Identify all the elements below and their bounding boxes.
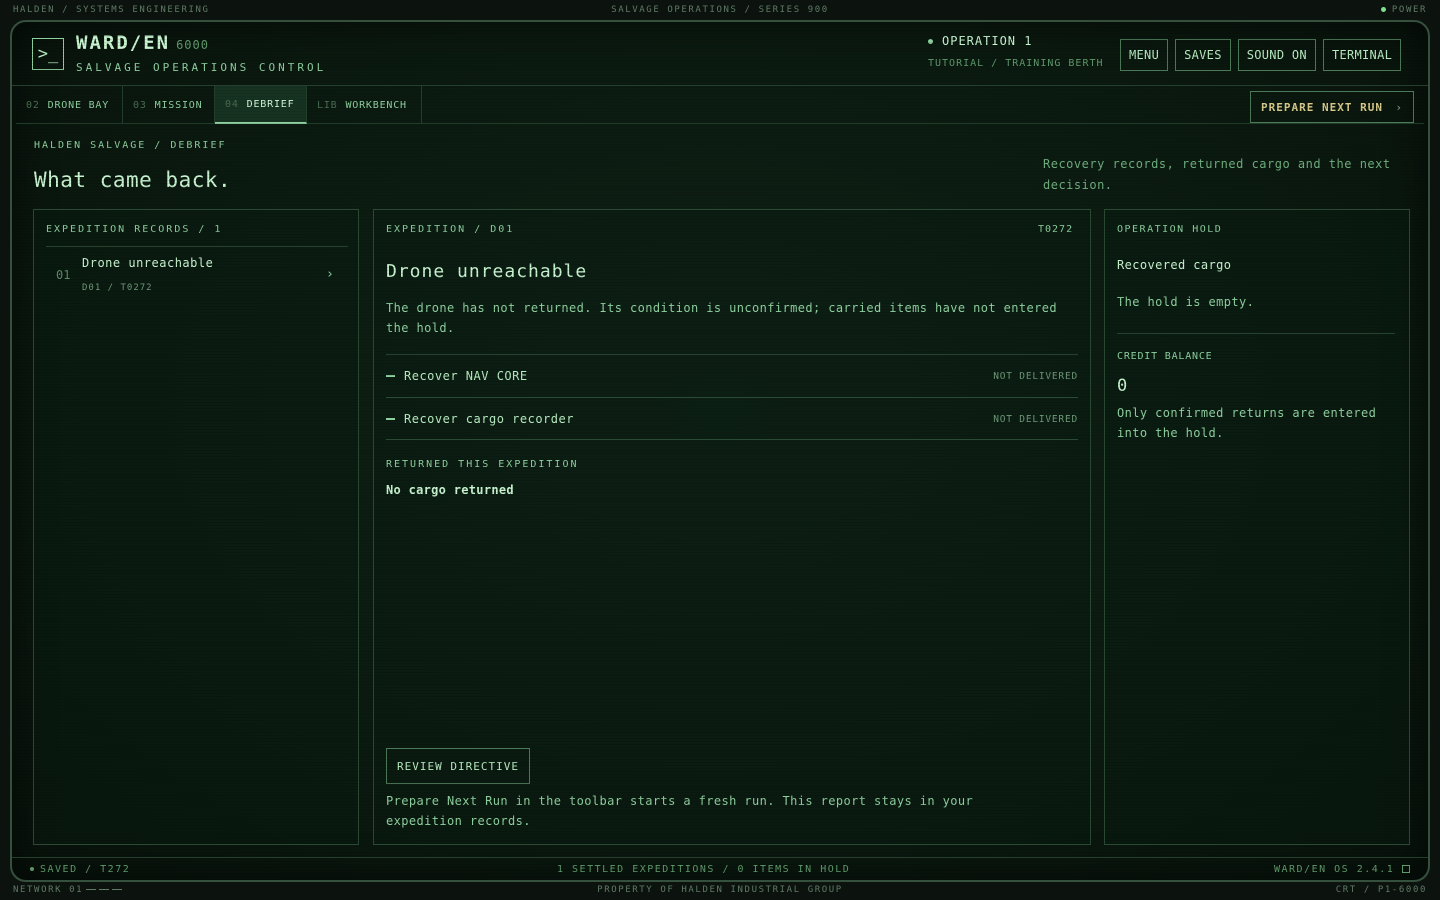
signal-dash-icon: [112, 889, 123, 890]
brand-title: WARD/EN: [76, 32, 171, 54]
credit-note: Only confirmed returns are entered into …: [1117, 406, 1377, 440]
tab-workbench[interactable]: LIB WORKBENCH: [307, 86, 422, 124]
expedition-records-panel: EXPEDITION RECORDS / 1 01 Drone unreacha…: [33, 209, 359, 845]
save-status-label: SAVED / T272: [40, 864, 131, 875]
brand-model: 6000: [176, 38, 209, 52]
objective-row: Recover cargo recorder NOT DELIVERED: [386, 398, 1078, 440]
terminal-logo-icon: >_: [32, 38, 64, 70]
hold-empty-message: The hold is empty.: [1117, 295, 1255, 309]
expedition-detail-panel: EXPEDITION / D01 T0272 Drone unreachable…: [373, 209, 1091, 845]
record-subtitle: D01 / T0272: [82, 283, 153, 293]
crt-model-label: CRT / P1-6000: [1335, 885, 1427, 895]
tab-number: 03: [133, 99, 147, 111]
credit-balance-value: 0: [1117, 376, 1128, 396]
returned-value: No cargo returned: [386, 483, 514, 497]
brand-subtitle: SALVAGE OPERATIONS CONTROL: [76, 61, 327, 74]
operation-status-dot-icon: [928, 39, 933, 44]
prepare-next-run-button[interactable]: PREPARE NEXT RUN ›: [1250, 91, 1414, 123]
divider: [386, 439, 1078, 440]
tab-label: WORKBENCH: [345, 99, 407, 111]
os-version: WARD/EN OS 2.4.1: [1274, 864, 1411, 875]
network-indicator: NETWORK 01: [13, 885, 123, 895]
chevron-right-icon: ›: [326, 267, 334, 282]
crt-screen: >_ WARD/EN 6000 SALVAGE OPERATIONS CONTRO…: [10, 20, 1430, 882]
bezel-maker-label: HALDEN / SYSTEMS ENGINEERING: [13, 5, 210, 15]
tab-number: 04: [225, 98, 239, 110]
menu-button[interactable]: MENU: [1120, 39, 1169, 71]
header-toolbar: MENU SAVES SOUND ON TERMINAL: [1120, 39, 1402, 71]
bezel-bottom: NETWORK 01 PROPERTY OF HALDEN INDUSTRIAL…: [0, 880, 1440, 900]
tab-number: LIB: [317, 99, 338, 111]
chevron-right-icon: ›: [1395, 100, 1403, 114]
expedition-title: Drone unreachable: [386, 261, 588, 282]
prepare-next-run-label: PREPARE NEXT RUN: [1261, 100, 1383, 114]
expedition-body: The drone has not returned. Its conditio…: [386, 301, 1057, 335]
returned-heading: RETURNED THIS EXPEDITION: [386, 459, 579, 470]
save-dot-icon: [30, 867, 34, 871]
terminal-button[interactable]: TERMINAL: [1322, 39, 1402, 71]
bezel-series-label: SALVAGE OPERATIONS / SERIES 900: [611, 5, 829, 15]
divider: [1117, 333, 1395, 334]
tab-debrief[interactable]: 04 DEBRIEF: [215, 86, 307, 124]
review-directive-button[interactable]: REVIEW DIRECTIVE: [386, 748, 530, 784]
saves-button[interactable]: SAVES: [1175, 39, 1231, 71]
tab-mission[interactable]: 03 MISSION: [123, 86, 215, 124]
tab-label: DRONE BAY: [47, 99, 110, 111]
app-header: >_ WARD/EN 6000 SALVAGE OPERATIONS CONTRO…: [12, 22, 1428, 86]
tab-label: DEBRIEF: [246, 98, 295, 110]
window-square-icon: [1402, 865, 1411, 873]
objective-label: Recover NAV CORE: [404, 369, 528, 383]
dash-icon: [386, 375, 395, 377]
record-number: 01: [56, 268, 71, 282]
objective-status: NOT DELIVERED: [993, 370, 1078, 382]
power-label: POWER: [1391, 5, 1427, 15]
objective-row: Recover NAV CORE NOT DELIVERED: [386, 355, 1078, 397]
divider: [46, 246, 348, 247]
expedition-summary: 1 SETTLED EXPEDITIONS / 0 ITEMS IN HOLD: [557, 864, 851, 875]
power-indicator: POWER: [1380, 5, 1427, 15]
tab-label: MISSION: [154, 99, 203, 111]
operation-info: OPERATION 1 TUTORIAL / TRAINING BERTH: [928, 34, 1104, 69]
record-list-item[interactable]: 01 Drone unreachable D01 / T0272 ›: [46, 250, 348, 298]
objective-label: Recover cargo recorder: [404, 412, 574, 426]
power-led-icon: [1380, 7, 1386, 12]
objective-status: NOT DELIVERED: [993, 413, 1078, 425]
os-version-label: WARD/EN OS 2.4.1: [1274, 864, 1395, 875]
tab-number: 02: [26, 99, 40, 111]
sound-toggle-button[interactable]: SOUND ON: [1237, 39, 1316, 71]
save-status: SAVED / T272: [30, 864, 130, 875]
tab-drone-bay[interactable]: 02 DRONE BAY: [16, 86, 123, 124]
brand: WARD/EN 6000 SALVAGE OPERATIONS CONTROL: [76, 32, 326, 74]
bezel-top: HALDEN / SYSTEMS ENGINEERING SALVAGE OPE…: [0, 0, 1440, 20]
operation-title: OPERATION 1: [942, 34, 1033, 48]
expedition-heading: EXPEDITION / D01: [386, 224, 515, 235]
operation-hold-panel: OPERATION HOLD Recovered cargo The hold …: [1104, 209, 1410, 845]
expedition-footer-note: Prepare Next Run in the toolbar starts a…: [386, 794, 974, 828]
section-tabs: 02 DRONE BAY 03 MISSION 04 DEBRIEF LIB WORKB…: [16, 86, 1424, 124]
page-description: Recovery records, returned cargo and the…: [1043, 157, 1391, 192]
dash-icon: [386, 418, 395, 420]
operation-subtitle: TUTORIAL / TRAINING BERTH: [928, 58, 1104, 69]
record-title: Drone unreachable: [82, 256, 214, 270]
hold-title: Recovered cargo: [1117, 258, 1232, 272]
status-bar: SAVED / T272 1 SETTLED EXPEDITIONS / 0 I…: [12, 857, 1428, 880]
breadcrumb: HALDEN SALVAGE / DEBRIEF: [34, 140, 227, 151]
property-label: PROPERTY OF HALDEN INDUSTRIAL GROUP: [597, 885, 843, 895]
network-label: NETWORK 01: [13, 885, 84, 895]
expedition-code: T0272: [1038, 224, 1074, 235]
credit-heading: CREDIT BALANCE: [1117, 351, 1213, 362]
records-heading: EXPEDITION RECORDS / 1: [46, 224, 223, 235]
hold-heading: OPERATION HOLD: [1117, 224, 1223, 235]
signal-dash-icon: [86, 889, 97, 890]
signal-dash-icon: [99, 889, 110, 890]
page-title: What came back.: [34, 168, 232, 192]
